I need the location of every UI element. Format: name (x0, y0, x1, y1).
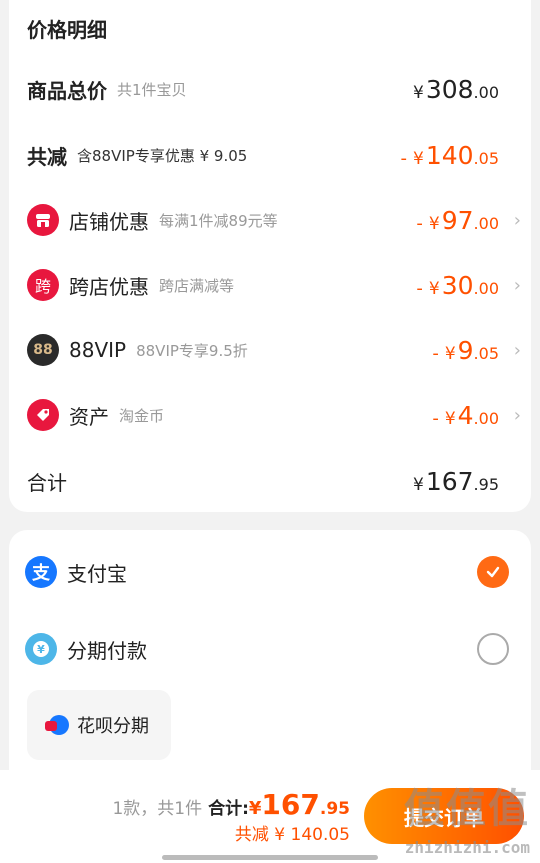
home-indicator[interactable] (162, 855, 378, 860)
row-label: 店铺优惠 (69, 209, 149, 234)
yen-sign: ¥ (413, 82, 424, 103)
row-label: 资产 (69, 404, 109, 429)
row-amount: ¥ 308 .00 (413, 75, 499, 104)
huabei-installment-button[interactable]: 花呗分期 (27, 690, 171, 760)
row-shop-discount[interactable]: 店铺优惠 每满1件减89元等 - ¥ 97 .00 › (27, 200, 521, 240)
payment-option-installment[interactable]: ¥ 分期付款 (25, 629, 515, 669)
row-grand-total: 合计 ¥ 167 .95 (27, 461, 513, 501)
minus-sign: - (416, 277, 423, 299)
alipay-icon: 支 (25, 556, 57, 588)
row-asset-discount[interactable]: 资产 淘金币 - ¥ 4 .00 › (27, 395, 521, 435)
cross-shop-icon: 跨 (27, 269, 59, 301)
watermark-logo: 值值值 (404, 786, 530, 832)
yen-sign: ¥ (428, 278, 440, 299)
row-sub: 共1件宝贝 (117, 80, 187, 99)
amount-dec: .05 (473, 148, 499, 168)
yen-sign: ¥ (428, 213, 440, 234)
amount-dec: .05 (473, 343, 499, 363)
row-cross-shop-discount[interactable]: 跨 跨店优惠 跨店满减等 - ¥ 30 .00 › (27, 265, 521, 305)
minus-sign: - (416, 212, 423, 234)
radio-checked[interactable] (477, 556, 509, 588)
amount-int: 9 (457, 335, 474, 365)
row-label: 88VIP (69, 338, 127, 362)
row-amount: - ¥ 140 .05 (401, 141, 500, 170)
row-88vip-discount[interactable]: 88 88VIP 88VIP专享9.5折 - ¥ 9 .05 › (27, 330, 521, 370)
footer-total: 1款，共1件 合计: ¥ 167 .95 (112, 788, 350, 821)
row-total-discount[interactable]: 共减 含88VIP专享优惠 ¥ 9.05 - ¥ 140 .05 (27, 135, 513, 175)
row-sub: 含88VIP专享优惠 ¥ 9.05 (77, 146, 248, 165)
huabei-label: 花呗分期 (77, 716, 149, 737)
payment-option-alipay[interactable]: 支 支付宝 (25, 552, 515, 592)
total-label: 合计: (208, 799, 249, 819)
row-amount: - ¥ 30 .00 (416, 271, 499, 300)
row-sub: 每满1件减89元等 (159, 211, 278, 230)
amount-dec: .95 (473, 474, 499, 494)
row-total-goods: 商品总价 共1件宝贝 ¥ 308 .00 (27, 69, 513, 109)
amount-dec: .00 (473, 278, 499, 298)
total-dec: .95 (319, 799, 350, 819)
row-label: 商品总价 (27, 78, 107, 103)
row-amount: ¥ 167 .95 (413, 467, 499, 496)
row-amount: - ¥ 97 .00 (416, 206, 499, 235)
watermark-url: zhizhizhi.com (404, 838, 530, 857)
check-icon (486, 566, 500, 578)
row-sub: 跨店满减等 (159, 276, 235, 295)
saved-amount: 共减 ¥ 140.05 (234, 825, 350, 845)
row-sub: 88VIP专享9.5折 (136, 341, 248, 360)
row-label: 共减 (27, 144, 67, 169)
vip-icon: 88 (27, 334, 59, 366)
amount-dec: .00 (473, 408, 499, 428)
amount-dec: .00 (473, 82, 499, 102)
row-label: 跨店优惠 (69, 274, 149, 299)
chevron-right-icon: › (513, 404, 521, 426)
amount-int: 140 (425, 140, 474, 170)
amount-int: 97 (441, 205, 474, 235)
row-label: 合计 (27, 470, 67, 495)
item-count: 1款，共1件 (112, 799, 203, 819)
shop-icon (27, 204, 59, 236)
yen-sign: ¥ (444, 408, 456, 429)
amount-int: 308 (425, 74, 474, 104)
payment-card: 支 支付宝 ¥ 分期付款 花呗分期 (9, 530, 531, 790)
tag-icon (27, 399, 59, 431)
minus-sign: - (432, 342, 439, 364)
row-sub: 淘金币 (119, 406, 165, 425)
price-detail-card: 价格明细 商品总价 共1件宝贝 ¥ 308 .00 共减 含88VIP专享优惠 … (9, 0, 531, 512)
payment-option-label: 支付宝 (67, 561, 127, 586)
yen-sign: ¥ (413, 474, 424, 495)
chevron-right-icon: › (513, 209, 521, 231)
chevron-right-icon: › (513, 274, 521, 296)
amount-int: 4 (457, 400, 474, 430)
row-amount: - ¥ 9 .05 (432, 336, 499, 365)
total-int: 167 (261, 788, 320, 821)
chevron-right-icon: › (513, 339, 521, 361)
radio-unchecked[interactable] (477, 633, 509, 665)
huabei-icon (45, 715, 69, 735)
minus-sign: - (400, 147, 408, 169)
svg-text:¥: ¥ (37, 643, 45, 656)
installment-icon: ¥ (25, 633, 57, 665)
yen-sign: ¥ (413, 148, 424, 169)
payment-option-label: 分期付款 (67, 638, 147, 663)
yen-sign: ¥ (444, 343, 456, 364)
price-detail-title: 价格明细 (27, 18, 107, 42)
amount-dec: .00 (473, 213, 499, 233)
amount-int: 30 (441, 270, 474, 300)
yen-sign: ¥ (248, 798, 262, 819)
minus-sign: - (432, 407, 439, 429)
amount-int: 167 (425, 466, 474, 496)
row-amount: - ¥ 4 .00 (432, 401, 499, 430)
